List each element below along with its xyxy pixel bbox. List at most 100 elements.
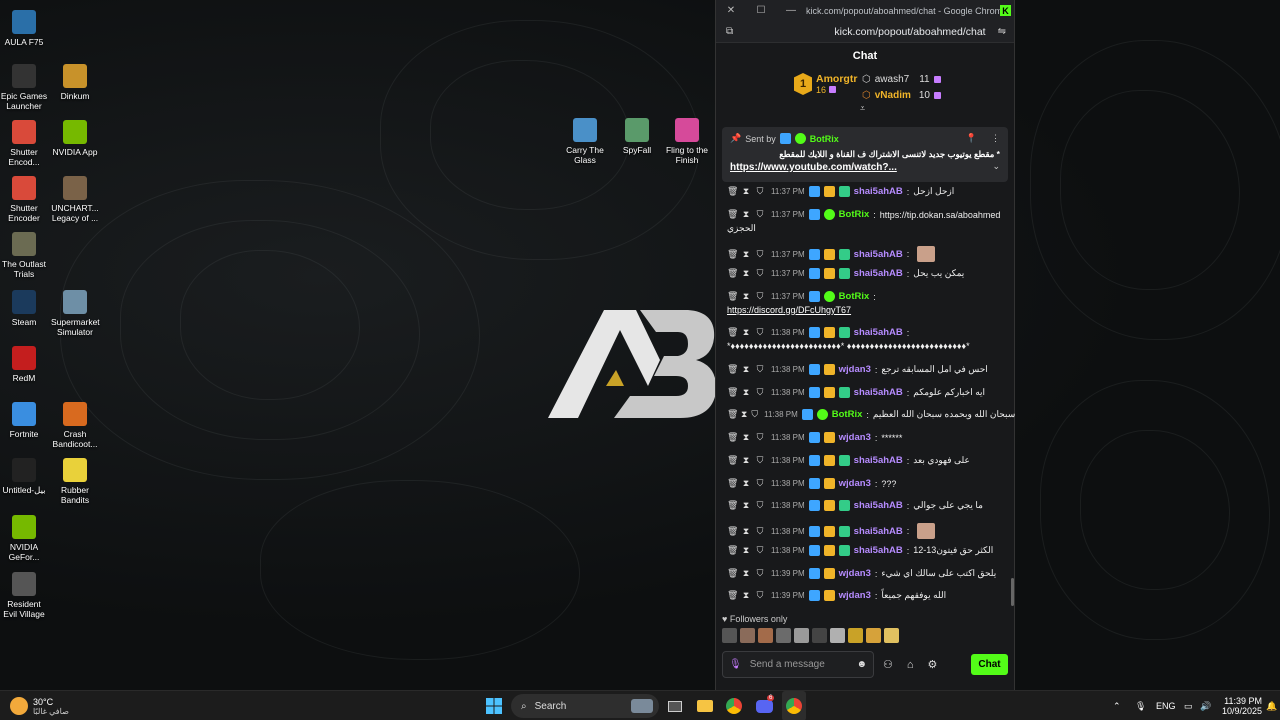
- ban-icon[interactable]: ⛉: [751, 409, 758, 420]
- desktop-icon[interactable]: SpyFall: [613, 118, 661, 155]
- show-hidden-icons[interactable]: ⌃: [1113, 691, 1121, 720]
- timeout-icon[interactable]: ⧗: [741, 545, 751, 556]
- desktop-icon[interactable]: Untitled-بيل: [0, 458, 48, 495]
- desktop-icon[interactable]: Rubber Bandits: [51, 458, 99, 505]
- timeout-icon[interactable]: ⧗: [741, 409, 747, 420]
- desktop-icon[interactable]: Shutter Encod...: [0, 120, 48, 167]
- message-username[interactable]: wjdan3: [839, 568, 871, 579]
- clock[interactable]: 11:39 PM 10/9/2025: [1220, 691, 1262, 720]
- maximize-icon[interactable]: ☐: [746, 5, 776, 16]
- ban-icon[interactable]: ⛉: [755, 387, 765, 398]
- desktop-icon[interactable]: Fortnite: [0, 402, 48, 439]
- timeout-icon[interactable]: ⧗: [741, 364, 751, 375]
- timeout-icon[interactable]: ⧗: [741, 186, 751, 197]
- message-username[interactable]: wjdan3: [839, 432, 871, 443]
- ban-icon[interactable]: ⛉: [755, 526, 765, 537]
- gift-leaderboard[interactable]: 1 Amorgtr 16 ⬡ awash7 11 ⬡ vNadim 10 ⩡: [716, 69, 1014, 113]
- message-username[interactable]: shai5ahAB: [854, 500, 903, 511]
- timeout-icon[interactable]: ⧗: [741, 209, 751, 220]
- emote[interactable]: [848, 628, 863, 643]
- message-username[interactable]: shai5ahAB: [854, 268, 903, 279]
- timeout-icon[interactable]: ⧗: [741, 455, 751, 466]
- ban-icon[interactable]: ⛉: [755, 186, 765, 197]
- ban-icon[interactable]: ⛉: [755, 568, 765, 579]
- taskbar-search[interactable]: ⌕ Search: [511, 694, 659, 718]
- desktop-icon[interactable]: Shutter Encoder: [0, 176, 48, 223]
- timeout-icon[interactable]: ⧗: [741, 249, 751, 260]
- emote[interactable]: [776, 628, 791, 643]
- chat-message-input[interactable]: 🎙 Send a message ☻: [722, 651, 874, 678]
- emote[interactable]: [884, 628, 899, 643]
- network-icon[interactable]: ▭: [1184, 691, 1193, 720]
- message-username[interactable]: BotRix: [832, 409, 863, 420]
- message-text-line2[interactable]: https://discord.gg/DFcUhgyT67: [727, 305, 851, 315]
- ban-icon[interactable]: ⛉: [755, 268, 765, 279]
- desktop-icon[interactable]: The Outlast Trials: [0, 232, 48, 279]
- pinned-sender[interactable]: BotRix: [810, 134, 839, 144]
- desktop-icon[interactable]: Carry The Glass: [561, 118, 609, 165]
- desktop-icon[interactable]: RedM: [0, 346, 48, 383]
- delete-icon[interactable]: 🗑: [727, 387, 738, 398]
- message-username[interactable]: shai5ahAB: [854, 545, 903, 556]
- timeout-icon[interactable]: ⧗: [741, 478, 751, 489]
- delete-icon[interactable]: 🗑: [727, 249, 738, 260]
- more-options-icon[interactable]: ⋮: [991, 133, 1000, 144]
- timeout-icon[interactable]: ⧗: [741, 327, 751, 338]
- delete-icon[interactable]: 🗑: [727, 545, 738, 556]
- ban-icon[interactable]: ⛉: [755, 364, 765, 375]
- task-view-button[interactable]: [668, 691, 682, 720]
- emoji-icon[interactable]: ☻: [856, 659, 867, 670]
- delete-icon[interactable]: 🗑: [727, 364, 738, 375]
- notifications-icon[interactable]: 🔔: [1266, 691, 1277, 720]
- message-username[interactable]: shai5ahAB: [854, 387, 903, 398]
- start-button[interactable]: [486, 691, 502, 720]
- weather-widget[interactable]: 30°C صافي غالبًا: [10, 691, 69, 720]
- emote[interactable]: [722, 628, 737, 643]
- ban-icon[interactable]: ⛉: [755, 327, 765, 338]
- microphone-icon[interactable]: 🎙: [729, 659, 742, 670]
- delete-icon[interactable]: 🗑: [727, 455, 738, 466]
- settings-icon[interactable]: ⚙: [928, 658, 938, 671]
- chevron-down-icon[interactable]: ⌄: [992, 161, 1000, 172]
- desktop-icon[interactable]: Fling to the Finish: [663, 118, 711, 165]
- delete-icon[interactable]: 🗑: [727, 432, 738, 443]
- message-username[interactable]: shai5ahAB: [854, 455, 903, 466]
- tune-icon[interactable]: ⇋: [998, 26, 1006, 37]
- store-icon[interactable]: ⌂: [907, 659, 914, 671]
- send-chat-button[interactable]: Chat: [971, 654, 1008, 675]
- message-username[interactable]: wjdan3: [839, 364, 871, 375]
- emote[interactable]: [812, 628, 827, 643]
- ban-icon[interactable]: ⛉: [755, 478, 765, 489]
- ban-icon[interactable]: ⛉: [755, 455, 765, 466]
- emote[interactable]: [830, 628, 845, 643]
- message-username[interactable]: shai5ahAB: [854, 526, 903, 537]
- message-username[interactable]: BotRix: [839, 209, 870, 220]
- timeout-icon[interactable]: ⧗: [741, 432, 751, 443]
- minimize-icon[interactable]: —: [776, 5, 806, 16]
- emote[interactable]: [866, 628, 881, 643]
- microphone-tray-icon[interactable]: 🎙: [1135, 691, 1146, 720]
- desktop-icon[interactable]: Steam: [0, 290, 48, 327]
- timeout-icon[interactable]: ⧗: [741, 291, 751, 302]
- discord-button[interactable]: 6: [756, 691, 775, 720]
- desktop-icon[interactable]: Dinkum: [51, 64, 99, 101]
- timeout-icon[interactable]: ⧗: [741, 500, 751, 511]
- delete-icon[interactable]: 🗑: [727, 500, 738, 511]
- unpin-icon[interactable]: 📍: [966, 133, 977, 144]
- expand-icon[interactable]: ⩡: [860, 103, 865, 114]
- ban-icon[interactable]: ⛉: [755, 249, 765, 260]
- url-text[interactable]: kick.com/popout/aboahmed/chat: [834, 26, 985, 38]
- message-username[interactable]: shai5ahAB: [854, 186, 903, 197]
- delete-icon[interactable]: 🗑: [727, 478, 738, 489]
- desktop-icon[interactable]: Crash Bandicoot...: [51, 402, 99, 449]
- scrollbar[interactable]: [1011, 578, 1014, 606]
- close-icon[interactable]: ✕: [716, 5, 746, 16]
- message-username[interactable]: shai5ahAB: [854, 249, 903, 260]
- ban-icon[interactable]: ⛉: [755, 500, 765, 511]
- delete-icon[interactable]: 🗑: [727, 568, 738, 579]
- chrome-button[interactable]: [726, 691, 742, 720]
- timeout-icon[interactable]: ⧗: [741, 526, 751, 537]
- chrome-active-button[interactable]: [782, 691, 806, 720]
- timeout-icon[interactable]: ⧗: [741, 268, 751, 279]
- timeout-icon[interactable]: ⧗: [741, 568, 751, 579]
